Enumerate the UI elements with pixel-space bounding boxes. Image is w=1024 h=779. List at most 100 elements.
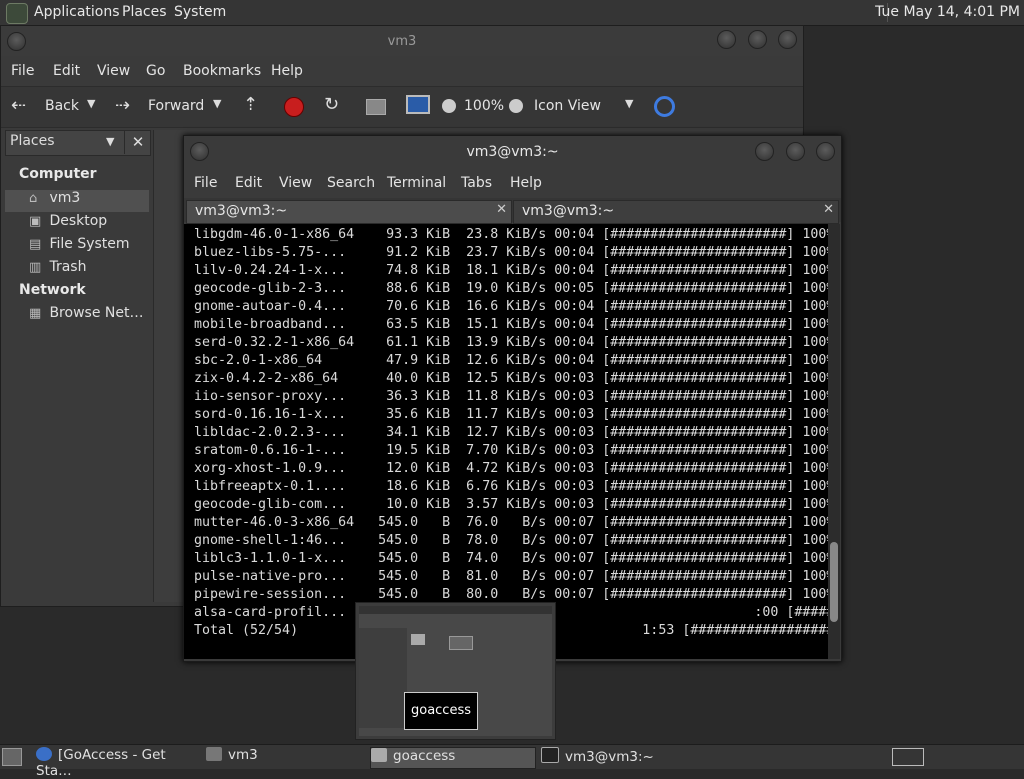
terminal-line: libgdm-46.0-1-x86_64 93.3 KiB 23.8 KiB/s… <box>194 227 828 242</box>
search-icon[interactable] <box>654 96 675 117</box>
maximize-button[interactable] <box>785 142 805 161</box>
terminal-scrollbar[interactable] <box>828 224 840 659</box>
back-history-chevron-icon[interactable]: ▼ <box>87 97 95 110</box>
preview-titlebar <box>359 606 552 614</box>
view-mode-chevron-down-icon[interactable]: ▼ <box>625 97 633 110</box>
menu-view[interactable]: View <box>279 175 312 191</box>
window-controls <box>748 142 835 165</box>
menu-help[interactable]: Help <box>271 63 303 79</box>
maximize-button[interactable] <box>747 30 767 49</box>
close-tab-icon[interactable]: ✕ <box>496 202 507 217</box>
sidebar-item-file-system[interactable]: ▤ File System <box>29 236 153 258</box>
tab-terminal-2[interactable]: vm3@vm3:~ ✕ <box>513 200 839 224</box>
back-arrow-icon[interactable]: ⇠ <box>11 95 26 116</box>
sidebar-item-desktop[interactable]: ▣ Desktop <box>29 213 153 235</box>
menu-bookmarks[interactable]: Bookmarks <box>183 63 261 79</box>
minimize-button[interactable] <box>755 142 775 161</box>
file-manager-titlebar[interactable]: vm3 <box>1 26 803 56</box>
trash-icon: ▥ <box>29 260 42 275</box>
menu-terminal[interactable]: Terminal <box>387 175 446 191</box>
system-menu[interactable]: System <box>174 4 226 20</box>
stop-icon[interactable] <box>284 97 304 117</box>
terminal-line: gnome-shell-1:46... 545.0 B 78.0 B/s 00:… <box>194 533 828 548</box>
terminal-line: mutter-46.0-3-x86_64 545.0 B 76.0 B/s 00… <box>194 515 828 530</box>
folder-icon <box>206 747 222 761</box>
terminal-line: liblc3-1.1.0-1-x... 545.0 B 74.0 B/s 00:… <box>194 551 828 566</box>
task-goaccess[interactable]: goaccess <box>370 747 536 769</box>
close-button[interactable] <box>816 142 835 161</box>
menu-edit[interactable]: Edit <box>235 175 262 191</box>
up-arrow-icon[interactable]: ⇡ <box>243 94 258 115</box>
workspace-switcher[interactable] <box>892 748 924 766</box>
menu-edit[interactable]: Edit <box>53 63 80 79</box>
close-tab-icon[interactable]: ✕ <box>823 202 834 217</box>
task-label: [GoAccess - Get Sta… <box>36 747 166 779</box>
applications-menu[interactable]: Applications <box>34 4 120 20</box>
task-goaccess-browser[interactable]: [GoAccess - Get Sta… <box>36 747 200 779</box>
terminal-icon <box>541 747 559 763</box>
terminal-titlebar[interactable]: vm3@vm3:~ <box>184 136 841 168</box>
sidebar-item-trash[interactable]: ▥ Trash <box>29 259 153 281</box>
computer-icon[interactable] <box>406 95 430 114</box>
task-label: vm3 <box>228 747 258 763</box>
task-vm3[interactable]: vm3 <box>206 747 364 767</box>
show-desktop-icon[interactable] <box>2 748 22 766</box>
reload-icon[interactable]: ↻ <box>324 94 339 115</box>
scrollbar-thumb[interactable] <box>830 542 838 622</box>
terminal-line: zix-0.4.2-2-x86_64 40.0 KiB 12.5 KiB/s 0… <box>194 371 828 386</box>
home-folder-icon[interactable] <box>366 99 386 115</box>
terminal-lines: libgdm-46.0-1-x86_64 93.3 KiB 23.8 KiB/s… <box>194 226 828 640</box>
places-header: Places ▼ ✕ <box>5 130 151 156</box>
window-preview-image: goaccess <box>359 606 552 736</box>
menu-go[interactable]: Go <box>146 63 165 79</box>
terminal-line: sbc-2.0-1-x86_64 47.9 KiB 12.6 KiB/s 00:… <box>194 353 828 368</box>
tab-terminal-1[interactable]: vm3@vm3:~ ✕ <box>186 200 512 224</box>
places-chevron-down-icon[interactable]: ▼ <box>106 135 114 148</box>
clock[interactable]: Tue May 14, 4:01 PM <box>875 4 1020 20</box>
zoom-out-icon[interactable] <box>442 99 456 113</box>
terminal-line: pulse-native-pro... 545.0 B 81.0 B/s 00:… <box>194 569 828 584</box>
terminal-menubar: File Edit View Search Terminal Tabs Help <box>184 168 841 198</box>
menu-tabs[interactable]: Tabs <box>461 175 492 191</box>
zoom-level: 100% <box>464 98 505 114</box>
zoom-in-icon[interactable] <box>509 99 523 113</box>
sidebar-item-browse-network[interactable]: ▦ Browse Net… <box>29 305 153 327</box>
menu-file[interactable]: File <box>194 175 217 191</box>
file-manager-menubar: File Edit View Go Bookmarks Help <box>1 56 803 86</box>
sidebar-item-label: Trash <box>49 259 87 275</box>
menu-search[interactable]: Search <box>327 175 375 191</box>
preview-sidebar <box>359 628 407 728</box>
minimize-button[interactable] <box>717 30 737 49</box>
menu-view[interactable]: View <box>97 63 130 79</box>
forward-button[interactable]: Forward <box>148 98 204 114</box>
forward-arrow-icon[interactable]: ⇢ <box>115 95 130 116</box>
close-button[interactable] <box>778 30 797 49</box>
terminal-line: xorg-xhost-1.0.9... 12.0 KiB 4.72 KiB/s … <box>194 461 828 476</box>
view-mode-select[interactable]: Icon View <box>534 98 601 114</box>
terminal-line: geocode-glib-2-3... 88.6 KiB 19.0 KiB/s … <box>194 281 828 296</box>
places-sidebar: Places ▼ ✕ Computer ⌂ vm3 ▣ Desktop ▤ Fi… <box>5 130 151 602</box>
drive-icon: ▤ <box>29 237 42 252</box>
file-manager-title: vm3 <box>387 34 417 49</box>
terminal-line: libfreeaptx-0.1.... 18.6 KiB 6.76 KiB/s … <box>194 479 828 494</box>
forward-history-chevron-icon[interactable]: ▼ <box>213 97 221 110</box>
terminal-output[interactable]: libgdm-46.0-1-x86_64 93.3 KiB 23.8 KiB/s… <box>184 224 828 659</box>
sidebar-item-vm3[interactable]: ⌂ vm3 <box>5 190 149 212</box>
task-terminal[interactable]: vm3@vm3:~ <box>541 747 705 767</box>
back-button[interactable]: Back <box>45 98 79 114</box>
places-menu[interactable]: Places <box>122 4 167 20</box>
terminal-line: mobile-broadband... 63.5 KiB 15.1 KiB/s … <box>194 317 828 332</box>
folder-icon <box>371 748 387 762</box>
places-selector[interactable]: Places <box>10 133 55 149</box>
bottom-panel: [GoAccess - Get Sta… vm3 goaccess vm3@vm… <box>0 744 1024 779</box>
terminal-line: sord-0.16.16-1-x... 35.6 KiB 11.7 KiB/s … <box>194 407 828 422</box>
menu-help[interactable]: Help <box>510 175 542 191</box>
window-controls <box>710 30 797 53</box>
file-manager-toolbar: ⇠ Back ▼ ⇢ Forward ▼ ⇡ ↻ 100% Icon View … <box>1 86 803 128</box>
group-computer: Computer <box>19 166 97 182</box>
sidebar-item-label: vm3 <box>49 190 81 206</box>
menu-file[interactable]: File <box>11 63 34 79</box>
terminal-line: lilv-0.24.24-1-x... 74.8 KiB 18.1 KiB/s … <box>194 263 828 278</box>
distro-logo-icon[interactable] <box>6 3 28 24</box>
close-sidebar-icon[interactable]: ✕ <box>124 130 151 154</box>
